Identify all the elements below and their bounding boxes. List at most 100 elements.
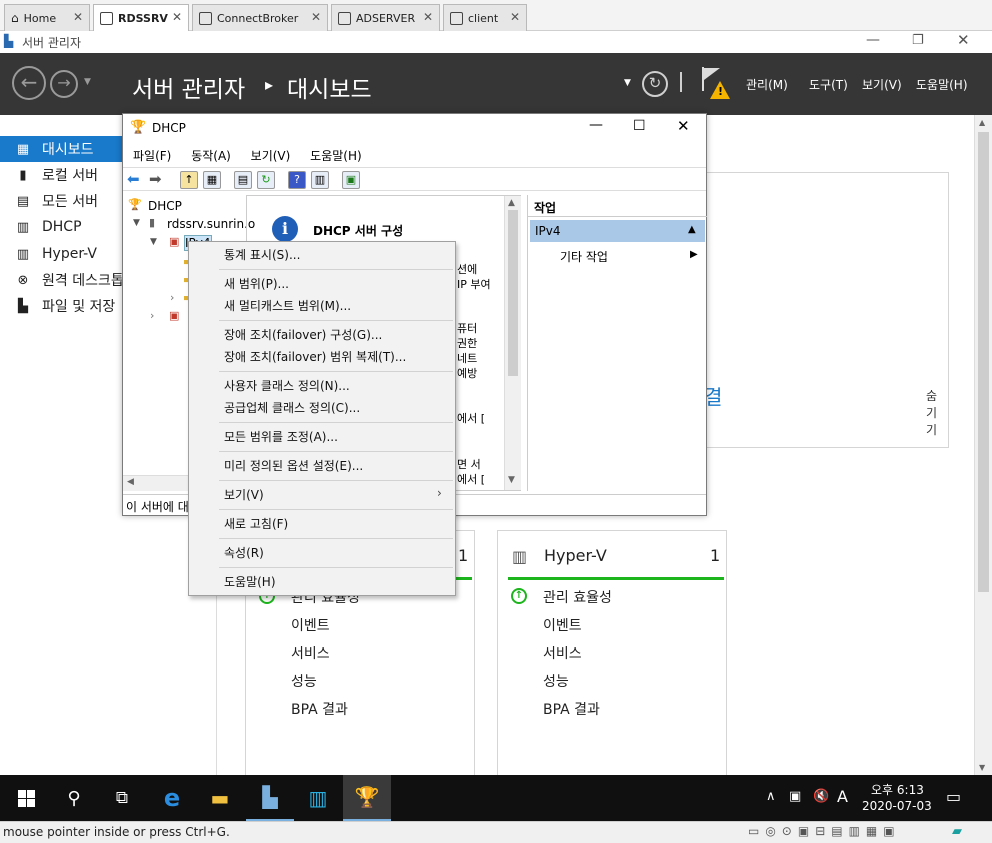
menu-item-replicate-failover-scopes[interactable]: 장애 조치(failover) 범위 복제(T)... <box>190 346 454 368</box>
maximize-icon[interactable]: ☐ <box>633 118 646 134</box>
close-icon[interactable]: ✕ <box>311 10 321 24</box>
file-explorer-icon[interactable]: ▬ <box>196 775 244 821</box>
menu-view[interactable]: 보기(V) <box>862 76 902 93</box>
input-method-indicator[interactable]: A <box>837 787 848 806</box>
tile-row-performance[interactable]: 성능 <box>543 671 569 691</box>
help-icon[interactable]: ? <box>288 171 306 189</box>
scroll-up-icon[interactable]: ▲ <box>979 118 985 127</box>
menu-item-help[interactable]: 도움말(H) <box>190 571 454 593</box>
menu-item-view[interactable]: 보기(V) <box>190 484 454 506</box>
scroll-down-icon[interactable]: ▼ <box>508 475 515 485</box>
scroll-up-icon[interactable]: ▲ <box>508 198 515 208</box>
tile-row-events[interactable]: 이벤트 <box>543 615 582 635</box>
window-titlebar: ▙ 서버 관리자 — ❐ ✕ <box>0 31 992 53</box>
tile-row-performance[interactable]: 성능 <box>291 671 317 691</box>
menu-item-define-vendor-classes[interactable]: 공급업체 클래스 정의(C)... <box>190 397 454 419</box>
menu-file[interactable]: 파일(F) <box>133 149 171 163</box>
close-icon[interactable]: ✕ <box>73 10 83 24</box>
tile-row-services[interactable]: 서비스 <box>291 643 330 663</box>
vm-tab-adserver[interactable]: ADSERVER ✕ <box>331 4 440 31</box>
main-scrollbar[interactable]: ▲ ▼ <box>504 196 521 490</box>
vm-tab-rdssrv[interactable]: RDSSRV ✕ <box>93 4 189 31</box>
chevron-down-icon[interactable]: ▼ <box>624 78 631 88</box>
menu-item-show-statistics[interactable]: 통계 표시(S)... <box>190 244 454 266</box>
action-center-icon[interactable]: ▭ <box>946 787 961 806</box>
restore-icon[interactable]: ❐ <box>912 33 924 48</box>
menu-help[interactable]: 도움말(H) <box>916 76 968 93</box>
back-arrow-icon[interactable]: ⬅ <box>127 170 140 188</box>
close-icon[interactable]: ✕ <box>510 10 520 24</box>
action-pane-icon[interactable]: ▥ <box>311 171 329 189</box>
vm-tab-connectbroker[interactable]: ConnectBroker ✕ <box>192 4 328 31</box>
device-status-icons[interactable]: ▭◎⊙▣⊟▤▥▦▣ <box>748 824 901 838</box>
dhcp-taskbar-icon[interactable]: 🏆 <box>343 775 391 821</box>
scroll-left-icon[interactable]: ◀ <box>127 477 134 487</box>
tree-node-dhcp[interactable]: DHCP <box>148 199 182 213</box>
tile-row-bpa[interactable]: BPA 결과 <box>291 699 348 719</box>
tile-row-bpa[interactable]: BPA 결과 <box>543 699 600 719</box>
show-hidden-icons-icon[interactable]: ∧ <box>766 789 776 804</box>
internet-explorer-icon[interactable]: e <box>148 775 196 821</box>
vm-tab-home[interactable]: ⌂ Home ✕ <box>4 4 90 31</box>
server-manager-taskbar-icon[interactable]: ▙ <box>246 775 294 821</box>
powershell-icon[interactable]: ▥ <box>294 775 342 821</box>
menu-manage[interactable]: 관리(M) <box>746 76 788 93</box>
refresh-icon[interactable]: ↻ <box>257 171 275 189</box>
menu-item-configure-failover[interactable]: 장애 조치(failover) 구성(G)... <box>190 324 454 346</box>
menu-item-properties[interactable]: 속성(R) <box>190 542 454 564</box>
menu-item-new-scope[interactable]: 새 범위(P)... <box>190 273 454 295</box>
hide-link[interactable]: 숨기기 <box>926 387 948 438</box>
forward-icon[interactable]: → <box>50 70 78 98</box>
tree-node-server[interactable]: rdssrv.sunrin.o <box>167 217 255 231</box>
console-tree-icon[interactable]: ▦ <box>203 171 221 189</box>
collapse-arrow-icon[interactable]: ▲ <box>688 224 696 235</box>
menu-item-refresh[interactable]: 새로 고침(F) <box>190 513 454 535</box>
refresh-icon[interactable]: ↻ <box>642 71 668 97</box>
chevron-right-icon[interactable]: › <box>170 291 174 304</box>
start-button[interactable] <box>2 775 50 821</box>
close-icon[interactable]: ✕ <box>172 10 182 24</box>
properties-icon[interactable]: ▤ <box>234 171 252 189</box>
forward-arrow-icon[interactable]: ➡ <box>149 170 162 188</box>
history-dropdown-icon[interactable]: ▼ <box>84 77 91 87</box>
scroll-thumb[interactable] <box>978 132 989 592</box>
tile-row-manageability[interactable]: 관리 효율성 <box>543 587 612 607</box>
volume-muted-icon[interactable]: 🔇 <box>813 789 829 804</box>
menu-action[interactable]: 동작(A) <box>191 149 231 163</box>
menu-view[interactable]: 보기(V) <box>251 149 291 163</box>
close-window-icon[interactable]: ✕ <box>957 31 970 49</box>
chevron-down-icon[interactable]: ▼ <box>150 237 157 247</box>
scroll-thumb[interactable] <box>508 210 518 376</box>
chevron-right-icon[interactable]: › <box>150 309 154 322</box>
clock-date[interactable]: 2020-07-03 <box>862 799 932 813</box>
chevron-down-icon[interactable]: ▼ <box>133 218 140 228</box>
clock-time[interactable]: 오후 6:13 <box>871 781 924 798</box>
menu-item-define-user-classes[interactable]: 사용자 클래스 정의(N)... <box>190 375 454 397</box>
search-icon[interactable]: ⚲ <box>50 775 98 821</box>
tile-row-services[interactable]: 서비스 <box>543 643 582 663</box>
breadcrumb-root[interactable]: 서버 관리자 <box>132 70 245 104</box>
main-text-fragment: 네트 <box>457 352 478 365</box>
vm-tab-client[interactable]: client ✕ <box>443 4 527 31</box>
menu-item-new-multicast-scope[interactable]: 새 멀티캐스트 범위(M)... <box>190 295 454 317</box>
menu-help[interactable]: 도움말(H) <box>310 149 362 163</box>
content-scrollbar[interactable]: ▲ ▼ <box>974 115 992 775</box>
up-folder-icon[interactable]: ↑ <box>180 171 198 189</box>
menu-item-set-predefined-options[interactable]: 미리 정의된 옵션 설정(E)... <box>190 455 454 477</box>
menu-item-reconcile-all-scopes[interactable]: 모든 범위를 조정(A)... <box>190 426 454 448</box>
minimize-icon[interactable]: — <box>866 32 880 48</box>
scroll-down-icon[interactable]: ▼ <box>979 763 985 772</box>
menu-tools[interactable]: 도구(T) <box>809 76 848 93</box>
close-window-icon[interactable]: ✕ <box>677 117 690 135</box>
task-view-icon[interactable]: ⧉ <box>98 775 146 821</box>
actions-group-ipv4[interactable]: IPv4 ▲ <box>530 220 705 242</box>
back-icon[interactable]: ← <box>12 66 46 100</box>
action-more-actions[interactable]: 기타 작업 <box>560 248 608 265</box>
network-icon[interactable]: ▣ <box>789 789 801 804</box>
tile-row-events[interactable]: 이벤트 <box>291 615 330 635</box>
host-key-icon[interactable]: ▰ <box>952 824 962 839</box>
minimize-icon[interactable]: — <box>589 117 603 133</box>
close-icon[interactable]: ✕ <box>423 10 433 24</box>
server-monitor-icon[interactable]: ▣ <box>342 171 360 189</box>
role-tile-hyper-v[interactable]: ▥ Hyper-V 1 ↑ 관리 효율성 이벤트 서비스 성능 BPA 결과 <box>497 530 727 780</box>
